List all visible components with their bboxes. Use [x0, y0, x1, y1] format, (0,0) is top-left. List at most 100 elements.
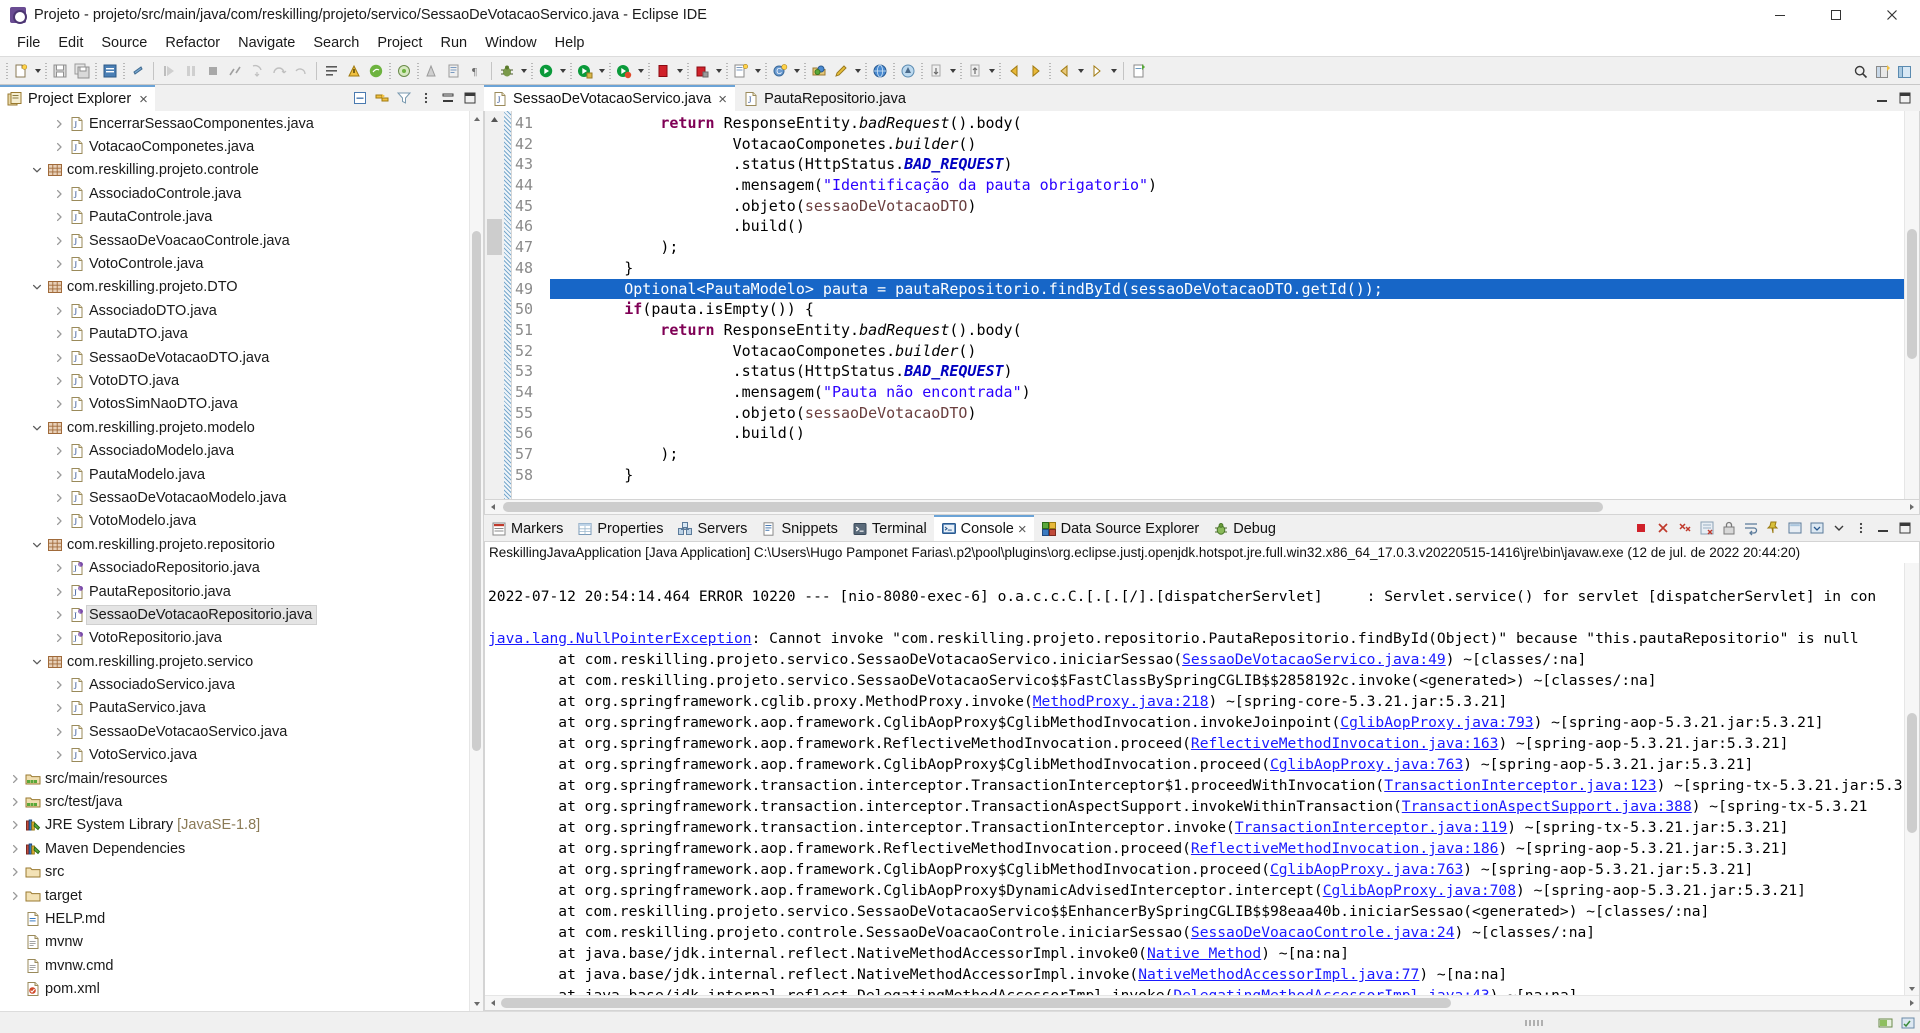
terminate-icon[interactable] [202, 60, 224, 82]
tree-item[interactable]: com.reskilling.projeto.servico [0, 650, 469, 673]
chevron-right-icon[interactable] [6, 816, 24, 834]
open-console-icon[interactable] [1807, 518, 1827, 538]
scroll-down-icon[interactable] [470, 996, 483, 1011]
console-tab-terminal[interactable]: Terminal [845, 515, 934, 541]
profile-dropdown-arrow[interactable] [635, 60, 646, 82]
tree-item[interactable]: com.reskilling.projeto.repositorio [0, 533, 469, 556]
debug-bug-icon[interactable] [496, 60, 518, 82]
maximize-icon[interactable] [1895, 518, 1915, 538]
stacktrace-link[interactable]: TransactionAspectSupport.java:388 [1402, 798, 1692, 815]
stacktrace-link[interactable]: CglibAopProxy.java:763 [1270, 756, 1463, 773]
maximize-button[interactable] [1808, 0, 1864, 30]
stacktrace-link[interactable]: SessaoDeVoacaoControle.java:24 [1191, 924, 1455, 941]
tree-item[interactable]: J SessaoDeVotacaoServico.java [0, 720, 469, 743]
console-horizontal-scrollbar[interactable] [485, 995, 1919, 1010]
chevron-right-icon[interactable] [50, 466, 68, 484]
save-icon[interactable] [49, 60, 71, 82]
chevron-right-icon[interactable] [50, 442, 68, 460]
tree-item[interactable]: J SessaoDeVoacaoControle.java [0, 229, 469, 252]
chevron-right-icon[interactable] [50, 349, 68, 367]
marker-pen-arrow[interactable] [852, 60, 863, 82]
chevron-down-icon[interactable] [1829, 518, 1849, 538]
chevron-right-icon[interactable] [6, 887, 24, 905]
search-icon[interactable] [1850, 61, 1872, 83]
code-line[interactable]: return ResponseEntity.badRequest().body( [550, 113, 1919, 134]
minimize-view-icon[interactable] [438, 88, 458, 108]
chevron-right-icon[interactable] [50, 208, 68, 226]
console-output-container[interactable]: 2022-07-12 20:54:14.464 ERROR 10220 --- … [484, 563, 1920, 1011]
terminate-red-icon[interactable] [1631, 518, 1651, 538]
view-menu-icon[interactable] [416, 88, 436, 108]
prev-annotation-arrow[interactable] [986, 60, 997, 82]
stop-red-icon[interactable] [652, 60, 674, 82]
code-line-selected[interactable]: Optional<PautaModelo> pauta = pautaRepos… [550, 278, 1919, 300]
step-return-icon[interactable] [290, 60, 312, 82]
tree-item[interactable]: J VotoDTO.java [0, 369, 469, 392]
tree-item[interactable]: J I PautaRepositorio.java [0, 580, 469, 603]
tree-item[interactable]: J PautaControle.java [0, 206, 469, 229]
console-tab-debug[interactable]: Debug [1206, 515, 1283, 541]
stacktrace-link[interactable]: Native Method [1147, 945, 1261, 962]
chevron-right-icon[interactable] [50, 325, 68, 343]
chevron-right-icon[interactable] [50, 629, 68, 647]
console-scroll-left-icon[interactable] [485, 996, 500, 1011]
console-tab-data-source-explorer[interactable]: Data Source Explorer [1034, 515, 1207, 541]
task-icon[interactable] [321, 60, 343, 82]
tree-item[interactable]: src [0, 861, 469, 884]
boot-dash-dropdown-arrow[interactable] [713, 60, 724, 82]
code-editor[interactable]: 41 42 43 44 45 46 47 48 49 50 51 52 53 54 55 56 57 58 ret… [484, 111, 1920, 500]
chevron-right-icon[interactable] [50, 395, 68, 413]
minimize-icon[interactable] [1873, 518, 1893, 538]
tree-item[interactable]: J VotosSimNaoDTO.java [0, 393, 469, 416]
editor-vertical-scrollbar[interactable] [1904, 111, 1919, 499]
tree-item[interactable]: Maven Dependencies [0, 837, 469, 860]
annotation-gutter[interactable] [504, 111, 512, 499]
step-into-icon[interactable] [246, 60, 268, 82]
breakpoint-skip-icon[interactable] [343, 60, 365, 82]
pin-icon[interactable] [1763, 518, 1783, 538]
build-status-icon[interactable] [1900, 1015, 1916, 1031]
console-scroll-thumb[interactable] [1907, 713, 1917, 833]
tree-item[interactable]: J I AssociadoRepositorio.java [0, 556, 469, 579]
stacktrace-link[interactable]: CglibAopProxy.java:708 [1323, 882, 1516, 899]
tree-item[interactable]: com.reskilling.projeto.controle [0, 159, 469, 182]
disconnect-icon[interactable] [224, 60, 246, 82]
editor-hscroll-thumb[interactable] [503, 502, 1603, 512]
menu-run[interactable]: Run [431, 32, 476, 54]
editor-scroll-thumb[interactable] [1907, 229, 1917, 359]
open-perspective-button[interactable] [1872, 61, 1894, 83]
tree-item[interactable]: src/test/java [0, 790, 469, 813]
profile-icon[interactable] [613, 60, 635, 82]
chevron-right-icon[interactable] [6, 863, 24, 881]
menu-refactor[interactable]: Refactor [156, 32, 229, 54]
code-line[interactable]: .status(HttpStatus.BAD_REQUEST) [550, 361, 1919, 382]
stacktrace-link[interactable]: CglibAopProxy.java:793 [1340, 714, 1533, 731]
editor-horizontal-scrollbar[interactable] [484, 500, 1920, 515]
stacktrace-link[interactable]: CglibAopProxy.java:763 [1270, 861, 1463, 878]
java-class-icon[interactable] [99, 60, 121, 82]
chevron-right-icon[interactable] [50, 232, 68, 250]
new-class-arrow[interactable] [791, 60, 802, 82]
tree-item[interactable]: HELP.md [0, 907, 469, 930]
remove-all-icon[interactable] [1675, 518, 1695, 538]
chevron-right-icon[interactable] [50, 606, 68, 624]
project-tree-scrollbar[interactable] [469, 111, 483, 1011]
code-line[interactable]: .mensagem("Identificação da pauta obriga… [550, 175, 1919, 196]
exception-link[interactable]: java.lang.NullPointerException [488, 630, 752, 647]
boot-dash-icon[interactable] [691, 60, 713, 82]
chevron-right-icon[interactable] [50, 372, 68, 390]
word-wrap-icon[interactable] [1741, 518, 1761, 538]
new-java-project-icon[interactable] [730, 60, 752, 82]
tree-item[interactable]: J VotoModelo.java [0, 510, 469, 533]
tree-item[interactable]: JRE System Library [JavaSE-1.8] [0, 814, 469, 837]
console-tab-properties[interactable]: Properties [570, 515, 670, 541]
heap-status-icon[interactable] [1878, 1015, 1894, 1031]
save-all-icon[interactable] [71, 60, 93, 82]
menu-search[interactable]: Search [304, 32, 368, 54]
next-edit-arrow[interactable] [1108, 60, 1119, 82]
tree-item[interactable]: J VotacaoComponetes.java [0, 135, 469, 158]
prev-edit-arrow[interactable] [1075, 60, 1086, 82]
console-vertical-scrollbar[interactable] [1904, 563, 1919, 995]
code-line[interactable]: VotacaoComponetes.builder() [550, 341, 1919, 362]
close-icon[interactable]: × [1018, 522, 1027, 537]
